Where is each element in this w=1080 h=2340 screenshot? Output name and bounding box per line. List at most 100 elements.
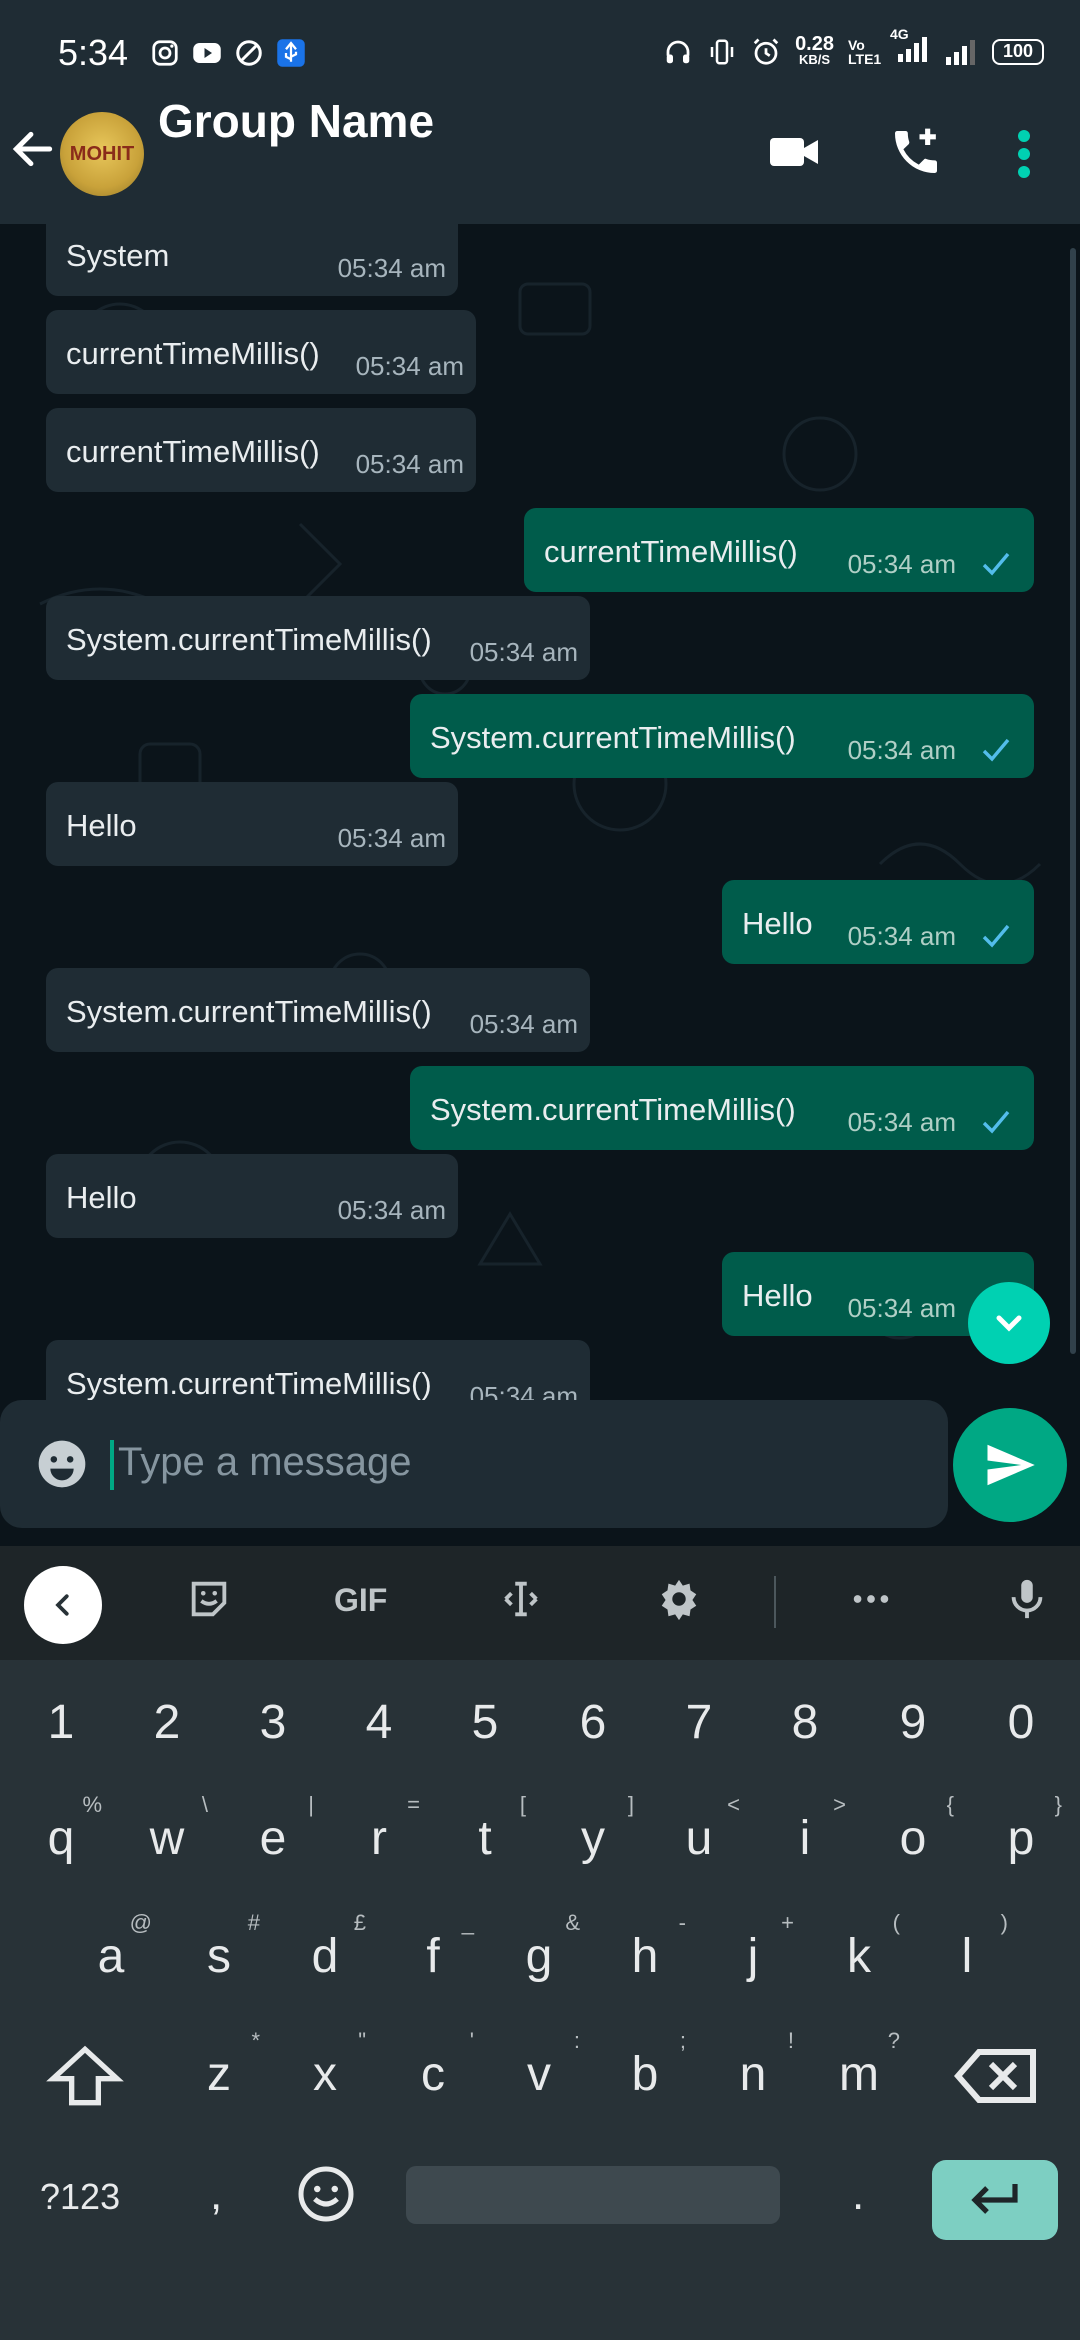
youtube-icon [193, 43, 221, 63]
key-8[interactable]: 8 [760, 1668, 850, 1778]
avatar-text: MOHIT [69, 142, 135, 165]
message-bubble-incoming[interactable]: currentTimeMillis() 05:34 am [46, 310, 476, 394]
gif-button[interactable]: GIF [334, 1582, 387, 1619]
key-q[interactable]: q% [16, 1784, 106, 1894]
message-text: Hello [66, 808, 137, 843]
do-not-disturb-icon [236, 40, 262, 66]
key-label: u [685, 1812, 713, 1865]
key-c[interactable]: c ' [388, 2020, 478, 2130]
backspace-key[interactable] [952, 2046, 1042, 2106]
key-n[interactable]: n! [708, 2020, 798, 2130]
message-bubble-incoming[interactable]: System 05:34 am [46, 224, 458, 296]
microphone-icon[interactable] [1004, 1572, 1050, 1626]
key-label: e [259, 1812, 287, 1865]
text-cursor-control-icon[interactable] [498, 1576, 544, 1622]
message-bubble-incoming[interactable]: System.currentTimeMillis() 05:34 am [46, 596, 590, 680]
key-label: f [426, 1930, 440, 1983]
message-bubble-incoming[interactable]: Hello 05:34 am [46, 782, 458, 866]
key-alt: ( [892, 1910, 900, 1935]
key-label: z [207, 2048, 231, 2101]
message-text: System.currentTimeMillis() [430, 720, 796, 755]
message-bubble-outgoing[interactable]: currentTimeMillis() 05:34 am [524, 508, 1034, 592]
message-bubble-incoming[interactable]: Hello 05:34 am [46, 1154, 458, 1238]
key-alt: & [565, 1910, 580, 1935]
key-r[interactable]: r = [334, 1784, 424, 1894]
key-u[interactable]: u < [654, 1784, 744, 1894]
key-h[interactable]: h- [600, 1902, 690, 2012]
key-t[interactable]: t[ [440, 1784, 530, 1894]
key-3[interactable]: 3 [228, 1668, 318, 1778]
message-bubble-incoming[interactable]: currentTimeMillis() 05:34 am [46, 408, 476, 492]
chat-area[interactable]: System 05:34 am currentTimeMillis() 05:3… [0, 224, 1080, 1400]
group-title[interactable]: Group Name [158, 94, 434, 148]
key-y[interactable]: y] [548, 1784, 638, 1894]
add-call-icon[interactable] [888, 124, 944, 180]
space-key[interactable] [406, 2166, 780, 2224]
key-o[interactable]: o{ [868, 1784, 958, 1894]
key-j[interactable]: j + [708, 1902, 798, 2012]
message-text: System.currentTimeMillis() [66, 994, 432, 1029]
key-6[interactable]: 6 [548, 1668, 638, 1778]
sticker-icon[interactable] [186, 1576, 232, 1622]
key-s[interactable]: s # [174, 1902, 264, 2012]
key-w[interactable]: w \ [122, 1784, 212, 1894]
key-5[interactable]: 5 [440, 1668, 530, 1778]
key-e[interactable]: e | [228, 1784, 318, 1894]
message-time: 05:34 am [469, 637, 578, 667]
key-label: c [421, 2048, 445, 2101]
key-1[interactable]: 1 [16, 1668, 106, 1778]
read-tick-icon [982, 924, 1010, 948]
key-i[interactable]: i > [760, 1784, 850, 1894]
message-time: 05:34 am [847, 735, 956, 765]
video-call-icon[interactable] [768, 132, 820, 172]
emoji-icon[interactable] [34, 1436, 90, 1492]
key-a[interactable]: a @ [66, 1902, 156, 2012]
chat-scrollbar[interactable] [1070, 248, 1076, 1354]
key-p[interactable]: p} [976, 1784, 1066, 1894]
comma-key[interactable]: , [210, 2170, 222, 2220]
scroll-to-bottom-button[interactable] [968, 1282, 1050, 1364]
period-key[interactable]: . [852, 2170, 864, 2220]
status-notification-icons [150, 38, 306, 68]
send-button[interactable] [953, 1408, 1067, 1522]
message-input[interactable]: Type a message [0, 1400, 948, 1528]
shift-key[interactable] [40, 2044, 130, 2108]
key-m[interactable]: m? [814, 2020, 904, 2130]
key-x[interactable]: x " [280, 2020, 370, 2130]
key-b[interactable]: b; [600, 2020, 690, 2130]
key-v[interactable]: v: [494, 2020, 584, 2130]
key-4[interactable]: 4 [334, 1668, 424, 1778]
message-text: currentTimeMillis() [66, 434, 320, 469]
key-2[interactable]: 2 [122, 1668, 212, 1778]
emoji-key-icon[interactable] [296, 2164, 356, 2224]
gear-icon[interactable] [656, 1576, 702, 1622]
more-horizontal-icon[interactable] [846, 1576, 896, 1622]
key-alt: - [678, 1910, 686, 1935]
group-avatar[interactable]: MOHIT [60, 112, 144, 196]
key-alt: + [781, 1910, 794, 1935]
more-options-icon[interactable] [1006, 128, 1042, 180]
message-bubble-incoming[interactable]: System.currentTimeMillis() 05:34 am [46, 968, 590, 1052]
network-type: 4G [890, 26, 909, 42]
symbols-key[interactable]: ?123 [40, 2176, 120, 2218]
message-bubble-outgoing[interactable]: System.currentTimeMillis() 05:34 am [410, 694, 1034, 778]
toolbar-divider [774, 1576, 776, 1628]
key-g[interactable]: g & [494, 1902, 584, 2012]
key-7[interactable]: 7 [654, 1668, 744, 1778]
key-k[interactable]: k( [814, 1902, 904, 2012]
key-z[interactable]: z * [174, 2020, 264, 2130]
key-0[interactable]: 0 [976, 1668, 1066, 1778]
key-l[interactable]: l) [922, 1902, 1012, 2012]
back-arrow-icon[interactable] [8, 124, 58, 174]
message-bubble-incoming[interactable]: System.currentTimeMillis() 05:34 am [46, 1340, 590, 1400]
key-f[interactable]: f _ [388, 1902, 478, 2012]
keyboard-collapse-button[interactable] [24, 1566, 102, 1644]
key-label: m [839, 2048, 879, 2101]
key-alt: < [727, 1792, 740, 1817]
enter-key[interactable] [932, 2160, 1058, 2240]
message-bubble-outgoing[interactable]: System.currentTimeMillis() 05:34 am [410, 1066, 1034, 1150]
key-d[interactable]: d £ [280, 1902, 370, 2012]
message-bubble-outgoing[interactable]: Hello 05:34 am [722, 880, 1034, 964]
key-9[interactable]: 9 [868, 1668, 958, 1778]
usb-icon [277, 39, 305, 67]
